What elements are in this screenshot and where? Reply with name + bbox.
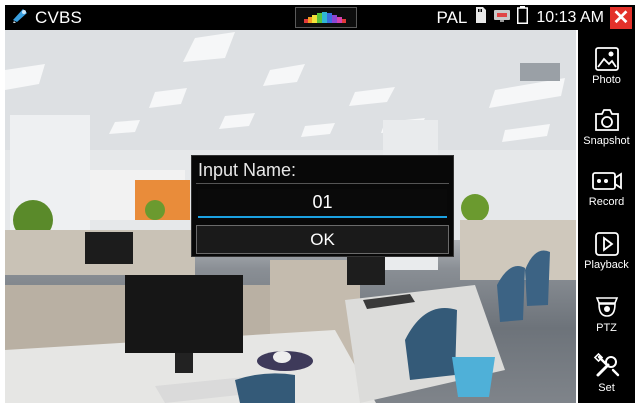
video-signal-indicator [295, 7, 357, 28]
side-toolbar: Photo Snapshot Record Playback PTZ Set [578, 30, 635, 403]
playback-label: Playback [584, 259, 629, 271]
ptz-icon [595, 297, 618, 317]
photo-label: Photo [592, 74, 621, 86]
settings-button[interactable]: Set [578, 344, 635, 404]
status-left: CVBS [11, 7, 82, 28]
clock: 10:13 AM [536, 8, 604, 26]
playback-button[interactable]: Playback [578, 223, 635, 283]
signal-waveform-icon [304, 12, 346, 23]
photo-button[interactable]: Photo [578, 38, 635, 98]
device-screen: CVBS PAL 10:13 AM ✕ Photo Snapshot Recor… [0, 0, 635, 403]
record-icon [591, 172, 622, 190]
record-button[interactable]: Record [578, 160, 635, 220]
battery-icon [517, 6, 529, 29]
app-title: CVBS [35, 7, 83, 27]
video-format-label: PAL [436, 7, 468, 27]
close-button[interactable]: ✕ [610, 6, 632, 29]
dialog-title: Input Name: [198, 160, 297, 180]
ptz-button[interactable]: PTZ [578, 284, 635, 344]
playback-icon [594, 232, 619, 256]
settings-icon [593, 352, 619, 377]
input-name-dialog: Input Name: OK [191, 155, 454, 257]
settings-label: Set [598, 382, 615, 394]
snapshot-label: Snapshot [583, 135, 630, 147]
snapshot-icon [594, 109, 619, 131]
ptz-label: PTZ [596, 322, 617, 334]
network-icon [493, 7, 511, 28]
dialog-divider [196, 183, 449, 184]
photo-icon [594, 47, 619, 71]
status-right: PAL 10:13 AM ✕ [437, 5, 635, 30]
sd-card-icon [475, 7, 487, 28]
snapshot-button[interactable]: Snapshot [578, 99, 635, 159]
ok-button[interactable]: OK [196, 225, 449, 254]
close-icon: ✕ [612, 6, 630, 29]
name-input[interactable] [198, 189, 447, 218]
camera-icon [11, 6, 29, 29]
status-bar: CVBS PAL 10:13 AM ✕ [5, 5, 635, 30]
record-label: Record [588, 196, 625, 208]
